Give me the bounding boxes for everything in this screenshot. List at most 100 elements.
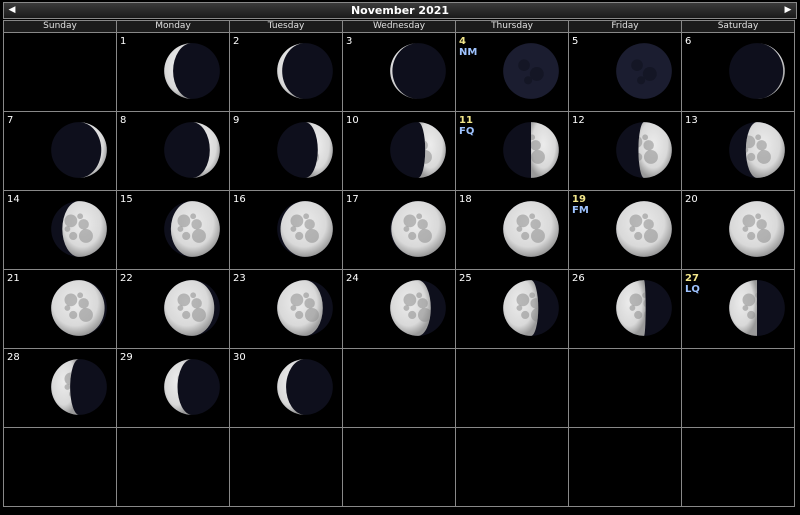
empty-day-cell	[342, 348, 456, 428]
moon-phase-icon	[51, 359, 107, 415]
empty-day-cell	[3, 32, 117, 112]
empty-day-cell	[568, 348, 682, 428]
moon-phase-icon	[277, 43, 333, 99]
day-cell[interactable]: 25	[455, 269, 569, 349]
calendar-header: ◀ November 2021 ▶	[3, 2, 797, 19]
day-cell[interactable]: 20	[681, 190, 795, 270]
day-number: 12	[572, 115, 585, 126]
day-cell[interactable]: 5	[568, 32, 682, 112]
day-number: 19	[572, 194, 586, 205]
day-cell[interactable]: 21	[3, 269, 117, 349]
day-cell[interactable]: 12	[568, 111, 682, 191]
day-number: 13	[685, 115, 698, 126]
phase-label: LQ	[685, 284, 700, 295]
moon-phase-icon	[729, 201, 785, 257]
day-cell[interactable]: 23	[229, 269, 343, 349]
day-number: 9	[233, 115, 240, 126]
moon-phase-icon	[390, 201, 446, 257]
moon-phase-icon	[51, 280, 107, 336]
day-cell[interactable]: 4 NM	[455, 32, 569, 112]
moon-phase-icon	[51, 201, 107, 257]
moon-phase-icon	[164, 201, 220, 257]
day-cell[interactable]: 19 FM	[568, 190, 682, 270]
day-number: 8	[120, 115, 127, 126]
day-cell[interactable]: 24	[342, 269, 456, 349]
day-cell[interactable]: 22	[116, 269, 230, 349]
day-cell[interactable]: 7	[3, 111, 117, 191]
day-number: 6	[685, 36, 692, 47]
moon-phase-icon	[164, 43, 220, 99]
empty-day-cell	[455, 348, 569, 428]
day-cell[interactable]: 28	[3, 348, 117, 428]
day-cell[interactable]: 3	[342, 32, 456, 112]
day-number: 25	[459, 273, 472, 284]
day-cell[interactable]: 13	[681, 111, 795, 191]
moon-phase-icon	[164, 280, 220, 336]
day-number: 26	[572, 273, 585, 284]
day-number: 28	[7, 352, 20, 363]
day-number: 2	[233, 36, 240, 47]
moon-phase-icon	[616, 122, 672, 178]
day-cell[interactable]: 26	[568, 269, 682, 349]
phase-label: FM	[572, 205, 589, 216]
moon-phase-icon	[729, 280, 785, 336]
day-cell[interactable]: 8	[116, 111, 230, 191]
moon-phase-icon	[503, 280, 559, 336]
day-number: 21	[7, 273, 20, 284]
moon-phase-icon	[277, 201, 333, 257]
phase-label: NM	[459, 47, 478, 58]
day-cell[interactable]: 10	[342, 111, 456, 191]
moon-phase-icon	[616, 280, 672, 336]
month-title: November 2021	[350, 4, 450, 17]
moon-phase-icon	[729, 122, 785, 178]
day-number: 20	[685, 194, 698, 205]
day-number: 18	[459, 194, 472, 205]
empty-day-cell	[455, 427, 569, 507]
empty-day-cell	[342, 427, 456, 507]
moon-phase-icon	[616, 201, 672, 257]
empty-day-cell	[116, 427, 230, 507]
day-number: 1	[120, 36, 127, 47]
day-number: 11	[459, 115, 473, 126]
moon-phase-icon	[164, 359, 220, 415]
day-cell[interactable]: 27 LQ	[681, 269, 795, 349]
moon-phase-icon	[503, 122, 559, 178]
day-cell[interactable]: 11 FQ	[455, 111, 569, 191]
moon-phase-icon	[51, 122, 107, 178]
day-number: 27	[685, 273, 699, 284]
empty-day-cell	[681, 427, 795, 507]
day-number: 5	[572, 36, 579, 47]
empty-day-cell	[229, 427, 343, 507]
day-cell[interactable]: 29	[116, 348, 230, 428]
day-number: 16	[233, 194, 246, 205]
moon-phase-icon	[390, 280, 446, 336]
day-cell[interactable]: 16	[229, 190, 343, 270]
day-number: 10	[346, 115, 359, 126]
empty-day-cell	[3, 427, 117, 507]
day-number: 30	[233, 352, 246, 363]
moon-phase-icon	[164, 122, 220, 178]
day-number: 3	[346, 36, 353, 47]
moon-phase-icon	[277, 280, 333, 336]
moon-phase-icon	[277, 359, 333, 415]
day-cell[interactable]: 9	[229, 111, 343, 191]
day-cell[interactable]: 1	[116, 32, 230, 112]
day-number: 29	[120, 352, 133, 363]
day-cell[interactable]: 14	[3, 190, 117, 270]
phase-label: FQ	[459, 126, 475, 137]
day-cell[interactable]: 18	[455, 190, 569, 270]
day-cell[interactable]: 17	[342, 190, 456, 270]
day-number: 23	[233, 273, 246, 284]
next-month-icon[interactable]: ▶	[781, 3, 795, 18]
day-number: 14	[7, 194, 20, 205]
day-cell[interactable]: 15	[116, 190, 230, 270]
moon-phase-icon	[616, 43, 672, 99]
empty-day-cell	[681, 348, 795, 428]
day-number: 17	[346, 194, 359, 205]
day-cell[interactable]: 30	[229, 348, 343, 428]
day-cell[interactable]: 6	[681, 32, 795, 112]
day-number: 24	[346, 273, 359, 284]
day-cell[interactable]: 2	[229, 32, 343, 112]
moon-calendar: ◀ November 2021 ▶ Sunday Monday Tuesday Wed…	[3, 2, 797, 513]
moon-phase-icon	[390, 43, 446, 99]
